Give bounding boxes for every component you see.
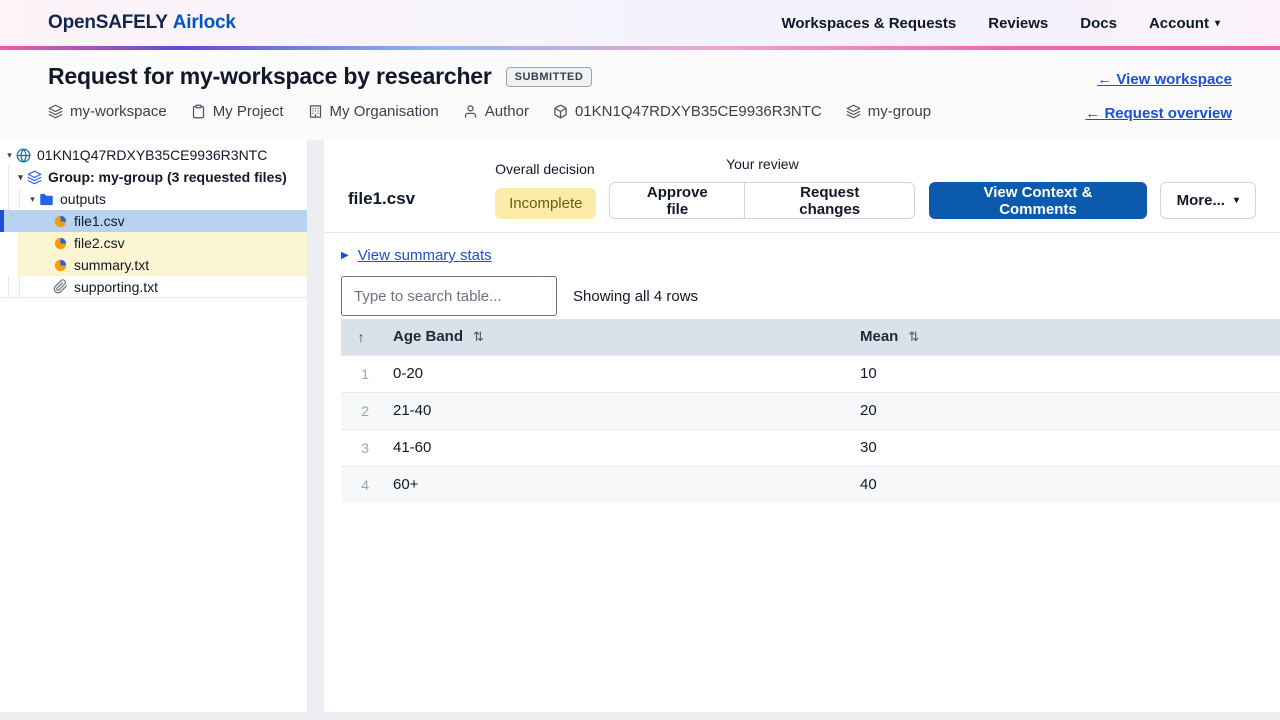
nav-links: Workspaces & Requests Reviews Docs Accou… bbox=[781, 15, 1220, 32]
cube-icon bbox=[553, 104, 568, 119]
status-badge: SUBMITTED bbox=[506, 67, 593, 87]
view-workspace-link[interactable]: ← View workspace bbox=[1097, 71, 1232, 88]
chevron-down-icon[interactable]: ▾ bbox=[3, 150, 16, 161]
sort-ascending-icon[interactable]: ↑ bbox=[358, 329, 365, 345]
globe-icon bbox=[16, 147, 32, 163]
row-number-cell: 4 bbox=[341, 466, 381, 503]
request-header: Request for my-workspace by researcher S… bbox=[0, 50, 1280, 140]
chevron-down-icon[interactable]: ▾ bbox=[26, 194, 39, 205]
request-meta: my-workspace My Project My Organisation … bbox=[48, 103, 931, 120]
user-icon bbox=[463, 104, 478, 119]
tree-item-outputs-folder[interactable]: ▾ outputs bbox=[0, 188, 307, 210]
file-title: file1.csv bbox=[348, 189, 415, 209]
view-context-comments-button[interactable]: View Context & Comments bbox=[929, 182, 1146, 219]
clipboard-icon bbox=[191, 104, 206, 119]
mean-cell: 40 bbox=[848, 466, 1280, 503]
tree-item-supporting-txt[interactable]: supporting.txt bbox=[0, 276, 307, 298]
mean-cell: 10 bbox=[848, 355, 1280, 392]
output-file-icon bbox=[53, 235, 69, 251]
meta-group: my-group bbox=[846, 103, 931, 120]
layers-icon bbox=[48, 104, 63, 119]
tree-item-summary-txt[interactable]: summary.txt bbox=[0, 254, 307, 276]
file-content-section: ▶ View summary stats Showing all 4 rows … bbox=[324, 233, 1280, 503]
approve-file-button[interactable]: Approve file bbox=[609, 182, 745, 219]
tree-item-file1-csv[interactable]: file1.csv bbox=[0, 210, 307, 232]
layers-icon bbox=[846, 104, 861, 119]
more-button[interactable]: More... ▾ bbox=[1160, 182, 1256, 219]
content-area: ▾ 01KN1Q47RDXYB35CE9936R3NTC ▾ Group: my… bbox=[0, 140, 1280, 720]
nav-docs[interactable]: Docs bbox=[1080, 15, 1117, 32]
sort-toggle-icon[interactable]: ⇅ bbox=[908, 329, 919, 344]
tree-item-group[interactable]: ▾ Group: my-group (3 requested files) bbox=[0, 166, 307, 188]
your-review-label: Your review bbox=[726, 156, 799, 172]
view-summary-stats-link[interactable]: ▶ View summary stats bbox=[341, 247, 492, 264]
row-number-header[interactable]: ↑ bbox=[341, 319, 381, 355]
table-row: 1 0-20 10 bbox=[341, 355, 1280, 392]
request-changes-button[interactable]: Request changes bbox=[745, 182, 915, 219]
row-number-cell: 2 bbox=[341, 392, 381, 429]
age-band-cell: 41-60 bbox=[381, 429, 848, 466]
rows-count-text: Showing all 4 rows bbox=[573, 288, 698, 305]
folder-icon bbox=[39, 191, 55, 207]
overall-decision: Overall decision Incomplete bbox=[495, 161, 596, 219]
request-overview-link[interactable]: ← Request overview bbox=[1085, 105, 1232, 122]
brand-logo[interactable]: OpenSAFELYAirlock bbox=[48, 12, 236, 34]
table-search-input[interactable] bbox=[341, 276, 557, 316]
output-file-icon bbox=[53, 257, 69, 273]
meta-workspace: my-workspace bbox=[48, 103, 167, 120]
sort-toggle-icon[interactable]: ⇅ bbox=[473, 329, 484, 344]
nav-reviews[interactable]: Reviews bbox=[988, 15, 1048, 32]
review-button-group: Approve file Request changes bbox=[609, 182, 915, 219]
tree-item-file2-csv[interactable]: file2.csv bbox=[0, 232, 307, 254]
table-row: 4 60+ 40 bbox=[341, 466, 1280, 503]
request-header-links: ← View workspace ← Request overview bbox=[1085, 63, 1232, 140]
meta-project: My Project bbox=[191, 103, 284, 120]
column-header-age-band[interactable]: Age Band⇅ bbox=[381, 319, 848, 355]
table-row: 3 41-60 30 bbox=[341, 429, 1280, 466]
chevron-down-icon[interactable]: ▾ bbox=[14, 172, 27, 183]
table-row: 2 21-40 20 bbox=[341, 392, 1280, 429]
triangle-right-icon: ▶ bbox=[341, 250, 349, 261]
nav-account-menu[interactable]: Account ▾ bbox=[1149, 15, 1220, 32]
age-band-cell: 60+ bbox=[381, 466, 848, 503]
meta-organisation: My Organisation bbox=[308, 103, 439, 120]
data-table: ↑ Age Band⇅ Mean⇅ 1 0-20 10 bbox=[341, 319, 1280, 503]
paperclip-icon bbox=[53, 279, 69, 295]
output-file-icon bbox=[53, 213, 69, 229]
tree-item-request-root[interactable]: ▾ 01KN1Q47RDXYB35CE9936R3NTC bbox=[0, 144, 307, 166]
file-tree-sidebar: ▾ 01KN1Q47RDXYB35CE9936R3NTC ▾ Group: my… bbox=[0, 140, 307, 712]
brand-opensafely: OpenSAFELY bbox=[48, 12, 168, 33]
layers-icon bbox=[27, 169, 43, 185]
page-title: Request for my-workspace by researcher bbox=[48, 63, 492, 90]
chevron-down-icon: ▾ bbox=[1234, 195, 1239, 206]
top-nav: OpenSAFELYAirlock Workspaces & Requests … bbox=[0, 0, 1280, 46]
building-icon bbox=[308, 104, 323, 119]
overall-decision-label: Overall decision bbox=[495, 161, 596, 177]
row-number-cell: 1 bbox=[341, 355, 381, 392]
request-header-left: Request for my-workspace by researcher S… bbox=[48, 63, 931, 140]
column-header-mean[interactable]: Mean⇅ bbox=[848, 319, 1280, 355]
file-review-header: file1.csv Overall decision Incomplete Yo… bbox=[324, 140, 1280, 233]
meta-request-id: 01KN1Q47RDXYB35CE9936R3NTC bbox=[553, 103, 822, 120]
file-review-panel: file1.csv Overall decision Incomplete Yo… bbox=[324, 140, 1280, 712]
decision-badge: Incomplete bbox=[495, 188, 596, 219]
mean-cell: 30 bbox=[848, 429, 1280, 466]
chevron-down-icon: ▾ bbox=[1215, 18, 1220, 29]
age-band-cell: 0-20 bbox=[381, 355, 848, 392]
meta-author: Author bbox=[463, 103, 529, 120]
mean-cell: 20 bbox=[848, 392, 1280, 429]
row-number-cell: 3 bbox=[341, 429, 381, 466]
nav-workspaces-requests[interactable]: Workspaces & Requests bbox=[781, 15, 956, 32]
brand-airlock: Airlock bbox=[173, 12, 236, 33]
age-band-cell: 21-40 bbox=[381, 392, 848, 429]
your-review: Your review Approve file Request changes bbox=[609, 156, 915, 219]
table-toolbar: Showing all 4 rows bbox=[341, 276, 1280, 316]
table-header-row: ↑ Age Band⇅ Mean⇅ bbox=[341, 319, 1280, 355]
